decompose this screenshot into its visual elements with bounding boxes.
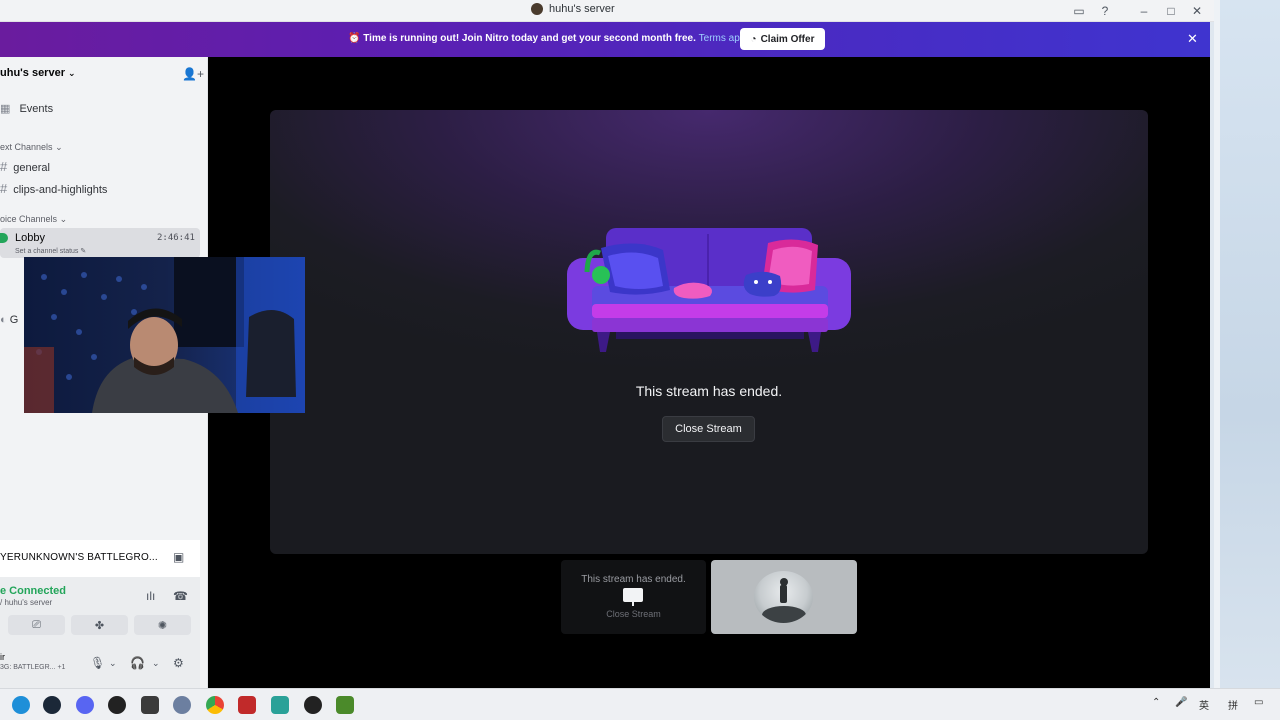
server-avatar-icon bbox=[531, 3, 543, 15]
edge-browser-icon[interactable] bbox=[12, 696, 30, 714]
activity-icon: ✤ bbox=[94, 619, 105, 632]
maximize-icon[interactable]: □ bbox=[1163, 3, 1179, 19]
voice-channel-lobby[interactable]: Lobby 2:46:41 Set a channel status ✎ bbox=[0, 228, 200, 258]
settings-gear-icon[interactable]: ⚙ bbox=[173, 656, 184, 670]
channel-clips-and-highlights[interactable]: # clips-and-highlights bbox=[0, 181, 107, 196]
screen-share-icon: ⎚ bbox=[32, 618, 41, 631]
alarm-icon: ⏰ bbox=[348, 33, 361, 44]
title-bar: huhu's server ▭ ? – □ ✕ bbox=[0, 0, 1214, 22]
chevron-down-icon: ⌄ bbox=[55, 142, 63, 152]
banner-close-icon[interactable]: ✕ bbox=[1187, 31, 1198, 47]
game-stream-icon[interactable]: ▣ bbox=[173, 550, 184, 564]
speaker-icon bbox=[0, 233, 8, 243]
ime-language[interactable]: 英 bbox=[1199, 697, 1209, 712]
voice-channel-partial[interactable]: ◐ G bbox=[0, 314, 18, 326]
banner-message: ⏰ Time is running out! Join Nitro today … bbox=[348, 33, 755, 44]
screen-share-icon bbox=[623, 588, 643, 606]
voice-server-label: / huhu's server bbox=[0, 598, 53, 607]
webcam-overlay bbox=[24, 257, 305, 413]
events-item[interactable]: ▦ Events bbox=[0, 102, 53, 115]
hash-icon: # bbox=[0, 159, 8, 174]
server-name-button[interactable]: uhu's server ⌄ bbox=[0, 67, 76, 79]
soundboard-icon: ✺ bbox=[157, 619, 168, 632]
user-activity: 3G: BATTLEGR... +1 bbox=[0, 664, 66, 671]
empty-couch-illustration bbox=[567, 228, 851, 352]
headphones-icon[interactable]: 🎧 bbox=[130, 656, 145, 670]
calendar-icon: ▦ bbox=[0, 103, 11, 115]
disconnect-icon[interactable]: ☎ bbox=[173, 589, 188, 603]
participant-thumbnail[interactable] bbox=[711, 560, 857, 634]
avatar-figure-icon bbox=[762, 578, 806, 623]
user-name[interactable]: ir bbox=[0, 652, 5, 662]
audio-options-chevron-icon[interactable]: ⌄ bbox=[152, 658, 160, 669]
obs-icon[interactable] bbox=[304, 696, 322, 714]
hash-icon: # bbox=[0, 181, 8, 196]
speaker-icon: ◐ bbox=[0, 314, 7, 326]
noise-suppression-icon[interactable]: ılı bbox=[146, 589, 155, 603]
ime-mode[interactable]: 拼 bbox=[1228, 697, 1238, 712]
voice-timer: 2:46:41 bbox=[157, 233, 195, 243]
close-window-icon[interactable]: ✕ bbox=[1189, 3, 1205, 19]
voice-connected-status[interactable]: e Connected bbox=[0, 585, 66, 597]
stream-ended-card: This stream has ended. Close Stream bbox=[270, 110, 1148, 554]
window-title: huhu's server bbox=[531, 3, 615, 15]
minimize-icon[interactable]: – bbox=[1136, 3, 1152, 19]
desktop-background bbox=[1214, 0, 1280, 688]
nitro-icon: ◔ bbox=[750, 33, 757, 45]
chevron-down-icon: ⌄ bbox=[68, 68, 76, 78]
app-video-icon[interactable] bbox=[238, 696, 256, 714]
text-channels-category[interactable]: ext Channels ⌄ bbox=[0, 142, 63, 153]
claim-offer-button[interactable]: ◔ Claim Offer bbox=[740, 28, 825, 50]
discord-icon[interactable] bbox=[76, 696, 94, 714]
game-app-icon[interactable] bbox=[336, 696, 354, 714]
share-screen-button[interactable]: ⎚ bbox=[8, 615, 65, 635]
help-icon[interactable]: ? bbox=[1097, 3, 1113, 19]
windows-taskbar: ⌃ 🎤 英 拼 ▭ bbox=[0, 688, 1280, 720]
stream-ended-message: This stream has ended. bbox=[635, 383, 783, 399]
tray-display-icon[interactable]: ▭ bbox=[1254, 697, 1263, 708]
webcam-scene bbox=[24, 257, 305, 413]
participant-avatar bbox=[754, 571, 813, 623]
channel-status-hint[interactable]: Set a channel status ✎ bbox=[15, 247, 86, 255]
tray-chevron-up-icon[interactable]: ⌃ bbox=[1152, 697, 1160, 708]
channel-general[interactable]: # general bbox=[0, 159, 50, 174]
app-chat-icon[interactable] bbox=[141, 696, 159, 714]
mic-options-chevron-icon[interactable]: ⌄ bbox=[109, 658, 117, 669]
soundboard-button[interactable]: ✺ bbox=[134, 615, 191, 635]
microphone-icon[interactable]: 🎙 bbox=[90, 656, 105, 670]
app-window-icon[interactable] bbox=[271, 696, 289, 714]
add-user-icon[interactable]: 👤+ bbox=[182, 67, 204, 81]
tray-mic-icon[interactable]: 🎤 bbox=[1175, 697, 1187, 708]
chrome-icon[interactable] bbox=[206, 696, 224, 714]
inbox-icon[interactable]: ▭ bbox=[1071, 3, 1087, 19]
stream-thumbnail-ended[interactable]: This stream has ended. Close Stream bbox=[561, 560, 706, 634]
app-g-icon[interactable] bbox=[108, 696, 126, 714]
voice-channels-category[interactable]: oice Channels ⌄ bbox=[0, 214, 67, 225]
settings-app-icon[interactable] bbox=[173, 696, 191, 714]
chevron-down-icon: ⌄ bbox=[59, 214, 68, 224]
activities-button[interactable]: ✤ bbox=[71, 615, 128, 635]
close-stream-button[interactable]: Close Stream bbox=[662, 416, 755, 442]
nitro-banner: ⏰ Time is running out! Join Nitro today … bbox=[0, 22, 1210, 57]
steam-icon[interactable] bbox=[43, 696, 61, 714]
game-activity-title: YERUNKNOWN'S BATTLEGRO... bbox=[0, 552, 158, 563]
discord-window: huhu's server ▭ ? – □ ✕ ⏰ Time is runnin… bbox=[0, 0, 1280, 720]
